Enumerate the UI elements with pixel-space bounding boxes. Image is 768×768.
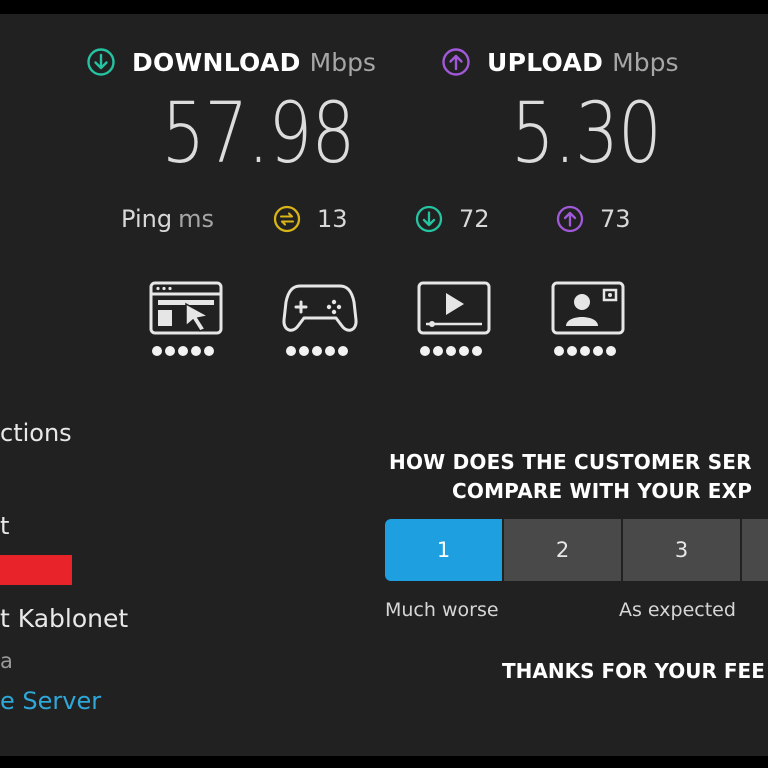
scale-low-label: Much worse <box>385 599 499 621</box>
web-browsing-dots <box>152 346 214 356</box>
rating-dot <box>593 346 603 356</box>
ping-upload: 73 <box>556 202 631 236</box>
scale-mid-label: As expected <box>619 599 736 621</box>
rating-dot <box>286 346 296 356</box>
rating-dot <box>446 346 456 356</box>
download-unit: Mbps <box>309 47 376 77</box>
rating-button-2[interactable]: 2 <box>504 519 621 581</box>
download-latency-icon <box>415 205 443 233</box>
survey-question-line-2: COMPARE WITH YOUR EXP <box>452 479 753 503</box>
video-call-dots <box>554 346 616 356</box>
download-header: DOWNLOAD Mbps <box>86 44 376 80</box>
web-browsing-icon <box>149 281 223 335</box>
survey-question-line-1: HOW DOES THE CUSTOMER SER <box>389 450 752 474</box>
server-location: a <box>0 649 13 673</box>
video-call-rating <box>550 280 626 360</box>
survey-thanks-message: THANKS FOR YOUR FEE <box>502 659 765 683</box>
download-speed-value: 57.98 <box>161 84 355 182</box>
download-arrow-icon <box>87 48 115 76</box>
gaming-icon <box>282 284 358 332</box>
download-label: DOWNLOAD <box>132 47 301 77</box>
rating-dot <box>191 346 201 356</box>
rating-button-4[interactable] <box>742 519 768 581</box>
idle-latency-icon <box>273 205 301 233</box>
rating-dot <box>567 346 577 356</box>
upload-speed-value: 5.30 <box>510 84 662 182</box>
rating-dot <box>325 346 335 356</box>
upload-latency-icon <box>556 205 584 233</box>
video-call-icon <box>551 281 625 335</box>
video-streaming-icon <box>417 281 491 335</box>
rating-dot <box>420 346 430 356</box>
rating-dot <box>433 346 443 356</box>
rating-dot <box>338 346 348 356</box>
results-panel: DOWNLOAD Mbps 57.98 UPLOAD Mbps 5.30 Pin… <box>0 14 768 756</box>
rating-dot <box>580 346 590 356</box>
rating-button-1[interactable]: 1 <box>385 519 502 581</box>
web-browsing-rating <box>148 280 224 360</box>
server-host-name: t Kablonet <box>0 604 129 633</box>
rating-dot <box>204 346 214 356</box>
gaming-dots <box>286 346 348 356</box>
ping-label: Ping ms <box>121 202 214 236</box>
video-streaming-dots <box>420 346 482 356</box>
ping-download-value: 72 <box>459 205 490 233</box>
upload-header: UPLOAD Mbps <box>441 44 679 80</box>
rating-dot <box>606 346 616 356</box>
ping-idle: 13 <box>273 202 348 236</box>
rating-dot <box>312 346 322 356</box>
survey-rating-scale: 1 2 3 <box>385 519 768 581</box>
rating-dot <box>459 346 469 356</box>
gaming-rating <box>282 280 358 360</box>
upload-unit: Mbps <box>612 47 679 77</box>
rating-dot <box>554 346 564 356</box>
rating-dot <box>152 346 162 356</box>
upload-arrow-icon <box>442 48 470 76</box>
ping-title: Ping <box>121 205 173 233</box>
video-streaming-rating <box>416 280 492 360</box>
rating-dot <box>472 346 482 356</box>
connections-label: ctions <box>0 419 72 447</box>
isp-label: t <box>0 512 10 540</box>
redacted-ip-bar <box>0 555 72 585</box>
rating-dot <box>165 346 175 356</box>
ping-upload-value: 73 <box>600 205 631 233</box>
rating-dot <box>178 346 188 356</box>
rating-button-3[interactable]: 3 <box>623 519 740 581</box>
change-server-link[interactable]: e Server <box>0 687 101 715</box>
ping-idle-value: 13 <box>317 205 348 233</box>
ping-download: 72 <box>415 202 490 236</box>
rating-dot <box>299 346 309 356</box>
ping-unit: ms <box>178 205 214 233</box>
upload-label: UPLOAD <box>487 47 604 77</box>
